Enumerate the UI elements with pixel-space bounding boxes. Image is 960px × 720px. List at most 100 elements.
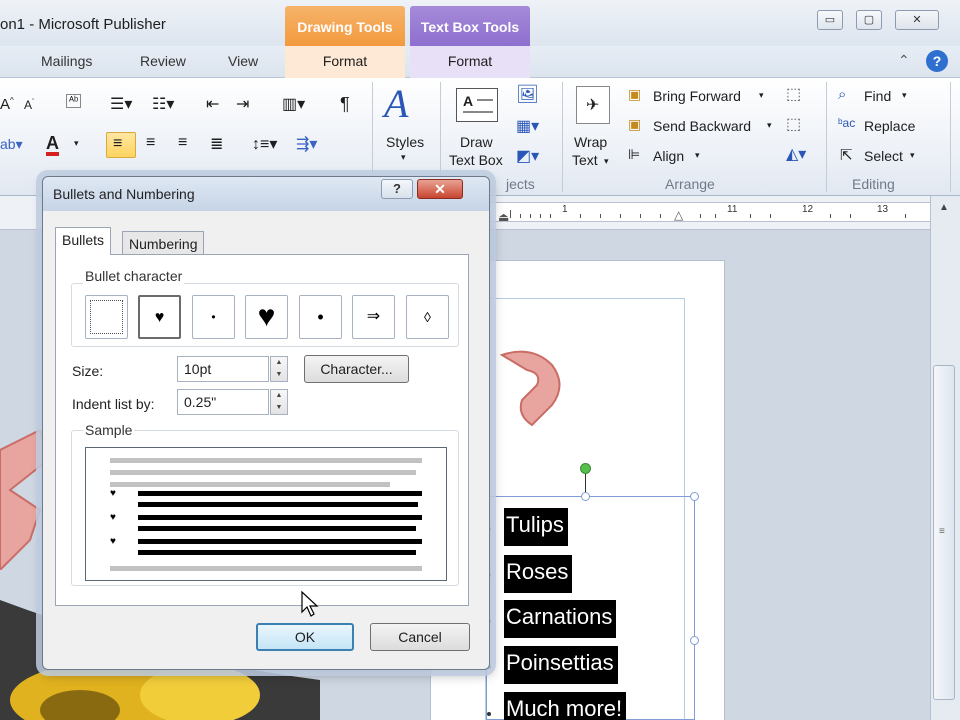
resize-handle[interactable] [690, 636, 699, 645]
increase-indent-icon[interactable]: ⇥ [236, 94, 249, 114]
list-item[interactable]: Carnations [504, 600, 617, 638]
dialog-help-button[interactable]: ? [381, 179, 413, 199]
styles-label[interactable]: Styles [386, 134, 424, 150]
dialog-title-bar[interactable]: Bullets and Numbering ? ✕ [43, 177, 489, 211]
resize-handle[interactable] [581, 492, 590, 501]
bullet-option-none[interactable] [85, 295, 128, 339]
tab-mailings[interactable]: Mailings [41, 53, 92, 69]
maximize-button[interactable]: ▢ [856, 10, 882, 30]
align-right-icon[interactable]: ≡ [178, 134, 187, 152]
wrap-text-label-line1[interactable]: Wrap [574, 134, 607, 150]
align-left-button[interactable]: ≡ [106, 132, 136, 158]
bullet-option-dot[interactable]: • [299, 295, 342, 339]
draw-text-box-icon[interactable]: A [456, 88, 498, 122]
styles-icon[interactable]: A [384, 80, 408, 127]
replace-icon[interactable]: ᵇac [838, 116, 855, 130]
bullet-option-arrow[interactable]: ⇒ [352, 295, 395, 339]
tab-text-box-format[interactable]: Format [410, 46, 530, 78]
align-label[interactable]: Align [653, 148, 684, 164]
contextual-drawing-tools: Drawing Tools [285, 6, 405, 46]
shapes-icon[interactable]: ◩▾ [516, 146, 539, 166]
scrollbar-thumb[interactable]: ≡ [933, 365, 955, 700]
bullet-option-small-heart[interactable]: ♥ [138, 295, 181, 339]
tab-drawing-format[interactable]: Format [285, 46, 405, 78]
replace-label[interactable]: Replace [864, 118, 915, 134]
help-icon[interactable]: ? [926, 50, 948, 72]
sample-text-line [138, 539, 422, 544]
bring-forward-dropdown-icon[interactable]: ▾ [759, 90, 764, 101]
bring-forward-label[interactable]: Bring Forward [653, 88, 741, 104]
indent-input[interactable]: 0.25" [177, 389, 269, 415]
send-backward-label[interactable]: Send Backward [653, 118, 751, 134]
find-label[interactable]: Find [864, 88, 891, 104]
table-icon[interactable]: ▦▾ [516, 116, 539, 136]
show-paragraph-marks-icon[interactable]: ¶ [340, 94, 350, 115]
paragraph-format-icon[interactable]: ⇶▾ [296, 134, 317, 154]
right-indent-marker-icon[interactable]: △ [674, 208, 683, 222]
tab-view[interactable]: View [228, 53, 258, 69]
numbering-icon[interactable]: ☷▾ [152, 94, 174, 114]
size-spinner[interactable]: ▲ ▼ [270, 356, 288, 382]
close-window-button[interactable]: ✕ [895, 10, 939, 30]
bullet-option-small-dot[interactable]: • [192, 295, 235, 339]
decrease-indent-icon[interactable]: ⇤ [206, 94, 219, 114]
editing-group-label: Editing [852, 176, 895, 192]
font-color-dropdown-icon[interactable]: ▾ [74, 138, 79, 149]
wordart-shape[interactable] [492, 345, 572, 435]
list-item[interactable]: Roses [504, 555, 573, 593]
bring-forward-icon[interactable]: ▣ [628, 86, 641, 103]
minimize-ribbon-icon[interactable]: ⌃ [898, 52, 910, 69]
rotation-handle[interactable] [580, 463, 591, 474]
wrap-text-icon[interactable]: ✈ [576, 86, 610, 124]
bullets-icon[interactable]: ☰▾ [110, 94, 132, 114]
align-dropdown-icon[interactable]: ▾ [695, 150, 700, 161]
character-button[interactable]: Character... [304, 355, 409, 383]
find-dropdown-icon[interactable]: ▾ [902, 90, 907, 101]
select-label[interactable]: Select [864, 148, 903, 164]
wrap-text-dropdown-icon[interactable]: ▾ [604, 156, 609, 167]
clear-format-icon[interactable]: ᴬᵇ [66, 94, 82, 108]
select-cursor-icon[interactable]: ⇱ [840, 146, 853, 164]
scroll-up-icon[interactable]: ▲ [939, 202, 949, 213]
left-indent-marker-icon[interactable]: ⏏ [498, 210, 509, 224]
ruler-number: 11 [727, 204, 738, 215]
grow-font-icon[interactable]: A^ [0, 96, 14, 113]
send-backward-icon[interactable]: ▣ [628, 116, 641, 133]
shrink-font-icon[interactable]: Aˇ [24, 98, 34, 112]
bullets-and-numbering-dialog: Bullets and Numbering ? ✕ Bullets Number… [42, 176, 490, 670]
ok-button[interactable]: OK [256, 623, 354, 651]
ungroup-objects-icon[interactable]: ⬚ [786, 114, 801, 134]
list-item[interactable]: Poinsettias [504, 646, 618, 684]
picture-icon[interactable]: 🖼 [516, 84, 539, 105]
find-icon[interactable]: ⌕ [838, 86, 846, 103]
draw-text-box-label-line2[interactable]: Text Box [449, 152, 503, 168]
send-backward-dropdown-icon[interactable]: ▾ [767, 120, 772, 131]
size-input[interactable]: 10pt [177, 356, 269, 382]
highlight-icon[interactable]: ab▾ [0, 136, 23, 153]
group-objects-icon[interactable]: ⬚ [786, 84, 801, 104]
select-dropdown-icon[interactable]: ▾ [910, 150, 915, 161]
columns-icon[interactable]: ▥▾ [282, 94, 305, 114]
wrap-text-label-line2[interactable]: Text [572, 152, 598, 168]
justify-icon[interactable]: ≣ [210, 134, 223, 154]
dialog-close-button[interactable]: ✕ [417, 179, 463, 199]
tab-bullets[interactable]: Bullets [55, 227, 112, 255]
align-objects-icon[interactable]: ⊫ [628, 146, 640, 163]
indent-spinner[interactable]: ▲ ▼ [270, 389, 288, 415]
minimize-button[interactable]: ▭ [817, 10, 843, 30]
align-center-icon[interactable]: ≡ [146, 134, 155, 152]
sample-text-line [138, 491, 422, 496]
bullet-option-large-heart[interactable]: ♥ [245, 295, 288, 339]
tab-review[interactable]: Review [140, 53, 186, 69]
cancel-button[interactable]: Cancel [370, 623, 470, 651]
bullet-option-diamond[interactable]: ◊ [406, 295, 449, 339]
resize-handle[interactable] [690, 492, 699, 501]
rotate-icon[interactable]: ◭▾ [786, 144, 806, 164]
styles-dropdown-icon[interactable]: ▾ [401, 152, 406, 163]
line-spacing-icon[interactable]: ↕≡▾ [252, 134, 277, 154]
list-item[interactable]: Tulips [504, 508, 568, 546]
list-item[interactable]: Much more! [504, 692, 627, 720]
draw-text-box-label-line1[interactable]: Draw [460, 134, 493, 150]
ruler-tick [640, 214, 641, 218]
font-color-icon[interactable]: A [46, 134, 59, 156]
